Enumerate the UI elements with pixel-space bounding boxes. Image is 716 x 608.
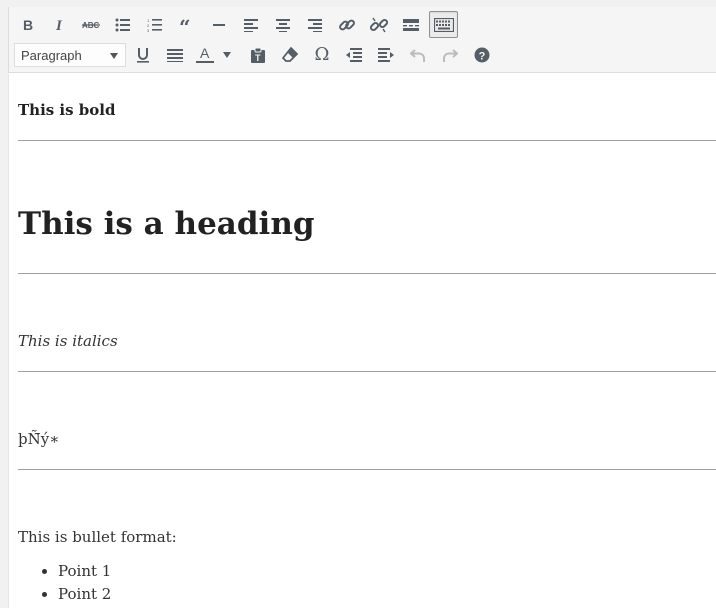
- editor-content[interactable]: This is bold This is a heading This is i…: [8, 74, 716, 608]
- redo-button[interactable]: [436, 42, 464, 68]
- link-icon: [339, 19, 355, 31]
- svg-text:B: B: [23, 18, 33, 32]
- horizontal-rule: [18, 469, 716, 470]
- numbered-list-icon: 123: [147, 18, 162, 32]
- text-color-button[interactable]: A: [193, 42, 217, 68]
- horizontal-line-icon: [213, 24, 225, 26]
- bullet-intro-paragraph: This is bullet format:: [18, 528, 177, 546]
- help-button[interactable]: ?: [468, 42, 496, 68]
- chevron-down-icon: [110, 53, 118, 59]
- bullet-list-button[interactable]: [109, 12, 137, 38]
- increase-indent-button[interactable]: [372, 42, 400, 68]
- keyboard-icon: [433, 17, 454, 32]
- italic-button[interactable]: I: [46, 12, 74, 38]
- svg-text:3: 3: [147, 28, 150, 32]
- justify-button[interactable]: [161, 42, 189, 68]
- horizontal-line-button[interactable]: [205, 12, 233, 38]
- outdent-icon: [346, 48, 362, 62]
- unlink-icon: [370, 17, 388, 33]
- chevron-down-icon: [223, 52, 231, 58]
- svg-text:?: ?: [479, 51, 486, 63]
- horizontal-rule: [18, 371, 716, 372]
- paste-icon: T: [251, 47, 265, 63]
- bullet-list-icon: [115, 18, 130, 32]
- read-more-icon: [403, 19, 419, 31]
- bullet-list: Point 1 Point 2: [18, 560, 111, 606]
- omega-icon: Ω: [314, 44, 330, 65]
- numbered-list-button[interactable]: 123: [141, 12, 169, 38]
- svg-text:“: “: [179, 18, 191, 32]
- italic-icon: I: [55, 18, 63, 32]
- list-item: Point 1: [58, 560, 111, 583]
- align-right-button[interactable]: [301, 12, 329, 38]
- indent-icon: [378, 48, 394, 62]
- strikethrough-icon: ABC: [82, 21, 100, 30]
- clear-formatting-button[interactable]: [276, 42, 304, 68]
- remove-link-button[interactable]: [365, 12, 393, 38]
- underline-button[interactable]: [129, 42, 157, 68]
- text-color-icon: A: [196, 46, 214, 63]
- format-select[interactable]: Paragraph: [14, 43, 126, 67]
- bold-paragraph: This is bold: [18, 101, 116, 119]
- editor-toolbar: B I ABC 123 “ Paragraph A T Ω ?: [8, 7, 716, 73]
- bold-icon: B: [23, 18, 33, 32]
- quote-icon: “: [179, 18, 191, 32]
- svg-text:I: I: [55, 18, 63, 32]
- blockquote-button[interactable]: “: [173, 12, 201, 38]
- svg-text:T: T: [255, 53, 261, 63]
- help-icon: ?: [474, 47, 490, 63]
- justify-icon: [167, 49, 183, 62]
- horizontal-rule: [18, 140, 716, 141]
- decrease-indent-button[interactable]: [340, 42, 368, 68]
- read-more-button[interactable]: [397, 12, 425, 38]
- undo-icon: [410, 49, 425, 62]
- strikethrough-button[interactable]: ABC: [77, 12, 105, 38]
- align-left-button[interactable]: [237, 12, 265, 38]
- italic-paragraph: This is italics: [18, 332, 118, 350]
- align-center-button[interactable]: [269, 12, 297, 38]
- insert-link-button[interactable]: [333, 12, 361, 38]
- align-center-icon: [276, 19, 290, 32]
- align-left-icon: [244, 19, 258, 32]
- bold-button[interactable]: B: [14, 12, 42, 38]
- toolbar-toggle-button[interactable]: [429, 11, 458, 38]
- heading: This is a heading: [18, 206, 315, 242]
- format-select-value: Paragraph: [21, 47, 82, 63]
- redo-icon: [443, 49, 458, 62]
- paste-text-button[interactable]: T: [244, 42, 272, 68]
- special-character-button[interactable]: Ω: [308, 42, 336, 68]
- underline-icon: [137, 48, 149, 63]
- editor-left-gutter: [0, 7, 8, 608]
- list-item: Point 2: [58, 583, 111, 606]
- svg-text:A: A: [200, 46, 210, 61]
- undo-button[interactable]: [404, 42, 432, 68]
- symbol-paragraph: þÑ̃ý∗: [18, 430, 60, 448]
- window-top-edge: [0, 0, 716, 7]
- align-right-icon: [308, 19, 322, 32]
- text-color-dropdown[interactable]: [219, 42, 235, 68]
- horizontal-rule: [18, 273, 716, 274]
- eraser-icon: [282, 47, 298, 62]
